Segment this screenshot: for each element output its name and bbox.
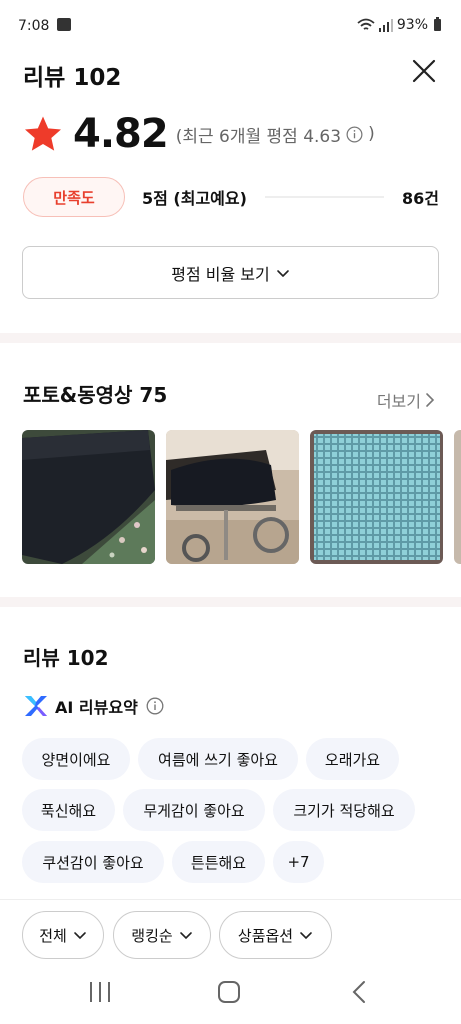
- gel-cushion-photo: [310, 430, 443, 564]
- keyword-chip[interactable]: 양면이에요: [22, 738, 130, 780]
- filter-bar: 전체 랭킹순 상품옵션: [0, 899, 461, 967]
- info-icon[interactable]: [346, 126, 363, 143]
- photos-title: 포토&동영상 75: [23, 383, 168, 407]
- chevron-down-icon: [73, 932, 86, 940]
- chevron-down-icon: [300, 932, 312, 940]
- filter-all[interactable]: 전체: [22, 911, 104, 959]
- satisfaction-label: 5점 (최고예요): [142, 189, 247, 208]
- filter-label: 랭킹순: [131, 926, 173, 945]
- back-icon[interactable]: [339, 979, 379, 1005]
- photo-thumbnail[interactable]: [310, 430, 443, 564]
- info-icon[interactable]: [146, 697, 164, 715]
- satisfaction-badge: 만족도: [23, 177, 125, 217]
- battery-icon: [434, 17, 441, 31]
- system-nav-bar: [0, 967, 461, 1024]
- chevron-down-icon: [276, 269, 289, 277]
- rating-ratio-label: 평점 비율 보기: [171, 264, 270, 284]
- section-divider: [0, 597, 461, 607]
- ai-logo-icon: [25, 696, 47, 716]
- photos-header: 포토&동영상 75 더보기: [23, 376, 439, 412]
- home-icon[interactable]: [209, 979, 249, 1005]
- keyword-chip[interactable]: 튼튼해요: [172, 841, 265, 883]
- satisfaction-row: 만족도 5점 (최고예요) 86건: [23, 177, 439, 217]
- cushion-photo-1: [22, 430, 155, 564]
- satisfaction-bar: [264, 196, 384, 198]
- recent-rating: (최근 6개월 평점 4.63 ): [176, 122, 375, 147]
- photo-thumbnail[interactable]: [166, 430, 299, 564]
- close-icon[interactable]: [411, 58, 437, 84]
- more-keywords-chip[interactable]: +7: [273, 841, 324, 883]
- recent-rating-text: (최근 6개월 평점 4.63: [175, 126, 342, 147]
- recent-apps-icon[interactable]: [80, 979, 120, 1005]
- satisfaction-count: 86건: [402, 189, 439, 208]
- status-bar: 7:08 93%: [0, 0, 461, 52]
- rating-ratio-button[interactable]: 평점 비율 보기: [22, 246, 439, 299]
- rating-summary: 4.82 (최근 6개월 평점 4.63 ): [23, 106, 375, 162]
- photo-strip: [22, 430, 461, 564]
- keyword-chip[interactable]: 푹신해요: [22, 789, 115, 831]
- filter-label: 상품옵션: [237, 926, 294, 945]
- keyword-chip[interactable]: 오래가요: [306, 738, 399, 780]
- filter-label: 전체: [39, 926, 67, 945]
- keyword-chip[interactable]: 크기가 적당해요: [273, 789, 415, 831]
- page-title: 리뷰 102: [23, 65, 122, 91]
- keyword-chip[interactable]: 여름에 쓰기 좋아요: [138, 738, 298, 780]
- header: 리뷰 102: [0, 50, 461, 94]
- wifi-icon: [357, 18, 375, 30]
- chevron-down-icon: [179, 932, 192, 940]
- chevron-right-icon: [426, 393, 435, 407]
- image-icon: [57, 18, 71, 31]
- rating-value: 4.82: [73, 111, 169, 157]
- cushion-photo-4: [454, 430, 461, 564]
- filter-sort[interactable]: 랭킹순: [113, 911, 211, 959]
- status-right: 93%: [357, 17, 441, 33]
- keyword-chip[interactable]: 무게감이 좋아요: [123, 789, 265, 831]
- photo-thumbnail[interactable]: [454, 430, 461, 564]
- ai-summary-label: AI 리뷰요약: [55, 698, 138, 717]
- cushion-photo-2: [166, 430, 299, 564]
- photo-thumbnail[interactable]: [22, 430, 155, 564]
- filter-option[interactable]: 상품옵션: [219, 911, 332, 959]
- status-time: 7:08: [18, 18, 50, 34]
- keyword-chip[interactable]: 쿠션감이 좋아요: [22, 841, 164, 883]
- ai-summary-header: AI 리뷰요약: [23, 694, 164, 718]
- recent-rating-close: ): [368, 124, 375, 144]
- reviews-title: 리뷰 102: [23, 646, 109, 670]
- section-divider: [0, 333, 461, 343]
- star-icon: [25, 116, 61, 151]
- more-link-label: 더보기: [376, 392, 421, 411]
- battery-percent: 93%: [396, 17, 428, 33]
- more-link[interactable]: 더보기: [377, 388, 435, 412]
- signal-icon: [378, 18, 393, 32]
